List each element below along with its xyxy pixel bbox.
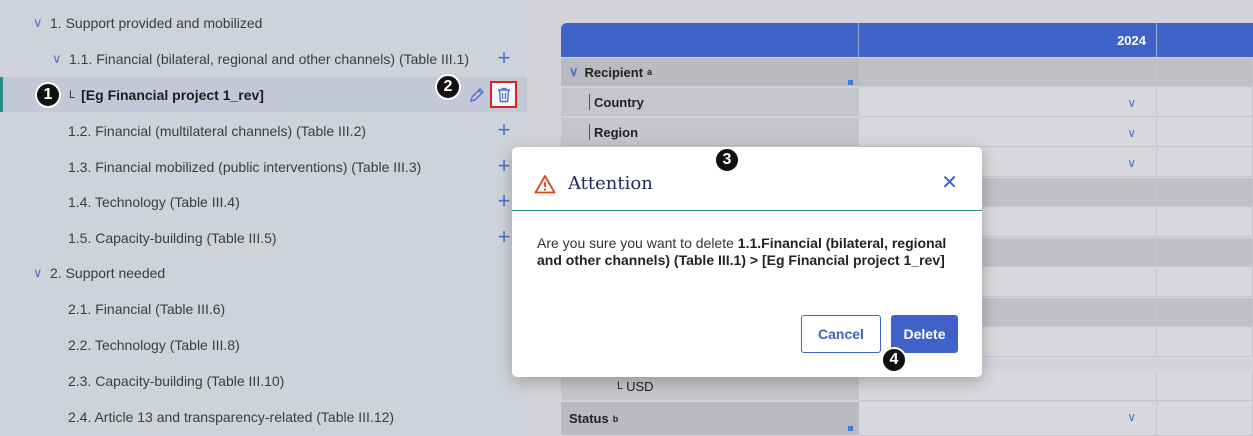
row-recipient[interactable]: ∨ Recipient a bbox=[561, 58, 859, 87]
trash-icon bbox=[497, 87, 510, 103]
tree-item-article-13[interactable]: 2.4. Article 13 and transparency-related… bbox=[0, 399, 527, 434]
chevron-down-icon[interactable]: ∨ bbox=[1127, 126, 1136, 140]
step-marker-2: 2 bbox=[435, 74, 461, 100]
table-cell bbox=[982, 268, 1157, 297]
row-label: Region bbox=[594, 124, 639, 140]
table-cell bbox=[1157, 372, 1253, 401]
table-cell bbox=[1157, 58, 1253, 87]
add-icon[interactable]: + bbox=[494, 155, 514, 177]
row-region: Region bbox=[561, 118, 859, 147]
tree-item-label: 1.5. Capacity-building (Table III.5) bbox=[68, 229, 277, 246]
tree-item-label: 1.1. Financial (bilateral, regional and … bbox=[69, 50, 469, 67]
chevron-down-icon[interactable]: ∨ bbox=[1127, 410, 1136, 424]
tree-item-financial-multilateral[interactable]: 1.2. Financial (multilateral channels) (… bbox=[0, 113, 527, 148]
chevron-down-icon[interactable]: ∨ bbox=[52, 51, 66, 67]
row-country: Country bbox=[561, 88, 859, 117]
table-cell bbox=[1157, 268, 1253, 297]
add-icon[interactable]: + bbox=[494, 119, 514, 141]
tree-item-label: 2.2. Technology (Table III.8) bbox=[68, 336, 240, 353]
table-header-year: 2024 bbox=[859, 23, 1157, 57]
close-icon[interactable]: ✕ bbox=[941, 173, 958, 193]
tree-connector bbox=[589, 94, 590, 110]
tree-item-label: 1.2. Financial (multilateral channels) (… bbox=[68, 122, 367, 139]
row-label: Status bbox=[569, 411, 609, 426]
add-icon[interactable]: + bbox=[494, 47, 514, 69]
tree-item-label: 2.3. Capacity-building (Table III.10) bbox=[68, 372, 285, 389]
chevron-down-icon[interactable]: ∨ bbox=[1127, 156, 1136, 170]
tree-item-label: [Eg Financial project 1_rev] bbox=[81, 86, 264, 103]
table-header-label-column bbox=[561, 23, 859, 57]
table-cell bbox=[982, 178, 1157, 207]
year-label: 2024 bbox=[1117, 32, 1146, 48]
table-cell bbox=[982, 298, 1157, 327]
tree-item-financial-bilateral[interactable]: ∨ 1.1. Financial (bilateral, regional an… bbox=[0, 41, 527, 76]
footnote-marker: b bbox=[612, 413, 619, 424]
delete-button[interactable] bbox=[490, 81, 517, 108]
resize-handle[interactable] bbox=[848, 426, 853, 431]
tree-item-needed-technology[interactable]: 2.2. Technology (Table III.8) bbox=[0, 327, 527, 362]
edit-pencil-icon[interactable] bbox=[468, 86, 486, 104]
status-select[interactable]: ∨ bbox=[859, 402, 1157, 436]
tree-item-financial-mobilized[interactable]: 1.3. Financial mobilized (public interve… bbox=[0, 149, 527, 184]
table-cell bbox=[1157, 118, 1253, 147]
table-cell bbox=[859, 58, 1157, 87]
table-cell bbox=[1157, 328, 1253, 357]
tree-item-support-provided[interactable]: ∨ 1. Support provided and mobilized bbox=[0, 5, 527, 40]
tree-item-capacity-building[interactable]: 1.5. Capacity-building (Table III.5) + bbox=[0, 220, 527, 255]
table-cell bbox=[982, 238, 1157, 267]
warning-icon bbox=[534, 174, 556, 193]
child-marker: L bbox=[617, 380, 624, 392]
message-text: Are you sure you want to delete bbox=[537, 235, 738, 251]
table-cell bbox=[982, 208, 1157, 237]
table-cell bbox=[982, 328, 1157, 357]
country-select[interactable]: ∨ bbox=[859, 88, 1157, 117]
tree-item-support-needed[interactable]: ∨ 2. Support needed bbox=[0, 255, 527, 290]
navigation-tree: ∨ 1. Support provided and mobilized ∨ 1.… bbox=[0, 0, 527, 436]
tree-item-label: 2.4. Article 13 and transparency-related… bbox=[68, 408, 395, 425]
table-cell bbox=[1157, 208, 1253, 237]
add-icon[interactable]: + bbox=[494, 190, 514, 212]
tree-item-label: 1.3. Financial mobilized (public interve… bbox=[68, 158, 422, 175]
tree-item-technology[interactable]: 1.4. Technology (Table III.4) + bbox=[0, 184, 527, 219]
step-marker-1: 1 bbox=[35, 82, 61, 108]
footnote-marker: a bbox=[647, 67, 653, 77]
row-label: Country bbox=[594, 94, 644, 110]
chevron-down-icon[interactable]: ∨ bbox=[1127, 96, 1136, 110]
dialog-title: Attention bbox=[568, 173, 653, 194]
row-status: Status b bbox=[561, 402, 859, 436]
tree-item-needed-capacity-building[interactable]: 2.3. Capacity-building (Table III.10) bbox=[0, 363, 527, 398]
tree-item-needed-financial[interactable]: 2.1. Financial (Table III.6) bbox=[0, 291, 527, 326]
row-label: Recipient bbox=[584, 64, 644, 80]
add-icon[interactable]: + bbox=[494, 226, 514, 248]
step-marker-3: 3 bbox=[714, 147, 740, 173]
table-cell bbox=[1157, 402, 1253, 436]
table-cell bbox=[1157, 178, 1253, 207]
tree-connector bbox=[589, 124, 590, 140]
confirm-delete-button[interactable]: Delete bbox=[891, 315, 958, 353]
chevron-down-icon[interactable]: ∨ bbox=[569, 64, 579, 80]
dialog-message: Are you sure you want to delete 1.1.Fina… bbox=[512, 211, 982, 269]
dialog-header: Attention ✕ bbox=[512, 147, 982, 211]
step-marker-4: 4 bbox=[881, 347, 907, 373]
table-cell bbox=[1157, 88, 1253, 117]
resize-handle[interactable] bbox=[848, 80, 853, 85]
table-cell bbox=[1157, 298, 1253, 327]
region-select[interactable]: ∨ bbox=[859, 118, 1157, 147]
table-cell bbox=[1157, 238, 1253, 267]
tree-item-label: 2.1. Financial (Table III.6) bbox=[68, 300, 226, 317]
cancel-button[interactable]: Cancel bbox=[801, 315, 881, 353]
chevron-down-icon[interactable]: ∨ bbox=[33, 265, 47, 281]
row-label: USD bbox=[626, 378, 654, 394]
table-cell bbox=[1157, 148, 1253, 177]
tree-item-label: 1. Support provided and mobilized bbox=[50, 14, 263, 31]
tree-item-label: 1.4. Technology (Table III.4) bbox=[68, 193, 240, 210]
tree-item-label: 2. Support needed bbox=[50, 264, 166, 281]
child-marker: L bbox=[69, 88, 76, 101]
table-header-next bbox=[1157, 23, 1253, 57]
chevron-down-icon[interactable]: ∨ bbox=[33, 15, 47, 31]
confirm-delete-dialog: Attention ✕ Are you sure you want to del… bbox=[512, 147, 982, 377]
